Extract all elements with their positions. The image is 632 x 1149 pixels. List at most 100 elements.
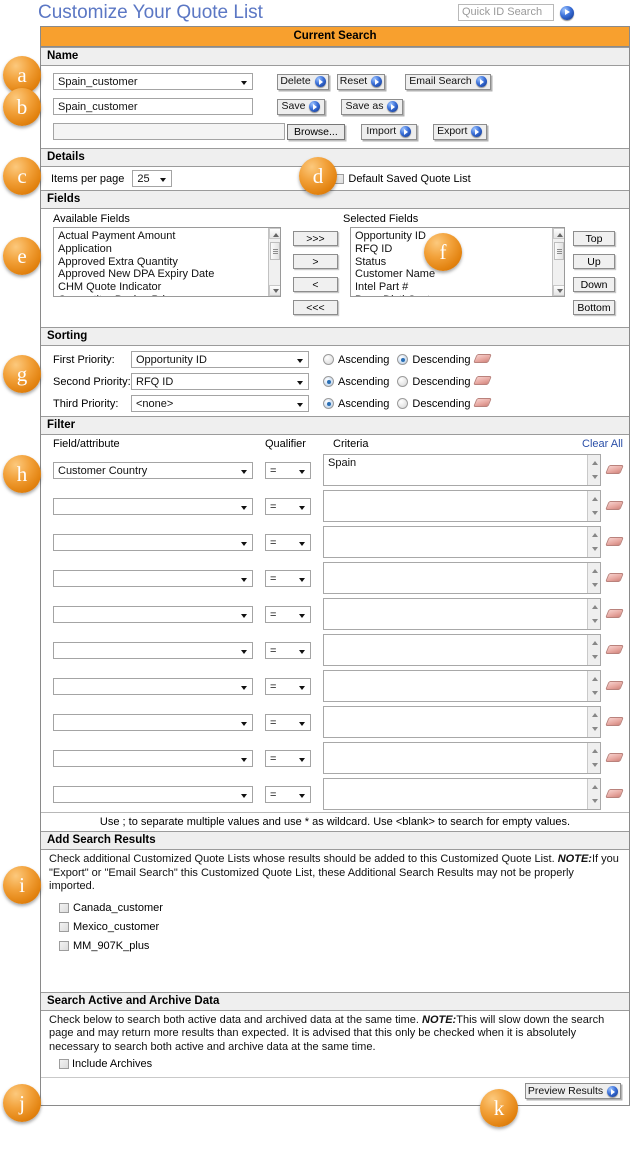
add-results-item[interactable]: Mexico_customer [59,921,621,933]
eraser-icon[interactable] [605,500,624,512]
email-search-button[interactable]: Email Search [405,73,491,90]
add-results-checkbox[interactable] [59,921,69,932]
clear-all-link[interactable]: Clear All [582,438,623,450]
list-item[interactable]: Approved New DPA Expiry Date [54,268,280,281]
filter-qualifier-select[interactable]: = [265,785,311,803]
scroll-down-icon[interactable] [553,285,564,296]
filter-criteria-input[interactable] [323,742,601,774]
eraser-icon[interactable] [605,752,624,764]
include-archives-row[interactable]: Include Archives [59,1058,621,1070]
filter-criteria-spinner[interactable] [587,707,600,737]
eraser-icon[interactable] [605,644,624,656]
filter-qualifier-select[interactable]: = [265,497,311,515]
available-fields-list[interactable]: Actual Payment Amount Application Approv… [53,227,281,297]
include-archives-checkbox[interactable] [59,1059,69,1069]
eraser-icon[interactable] [605,464,624,476]
scroll-up-icon[interactable] [553,228,564,239]
file-path-input[interactable] [53,123,285,140]
move-left-button[interactable]: < [293,277,338,292]
eraser-icon[interactable] [605,788,624,800]
filter-criteria-input[interactable] [323,634,601,666]
list-item[interactable]: Approved Extra Quantity [54,256,280,269]
list-item[interactable]: Base Disti Cost [351,294,564,296]
saved-search-select[interactable]: Spain_customer [53,73,253,90]
eraser-icon[interactable] [605,572,624,584]
filter-qualifier-select[interactable]: = [265,605,311,623]
reset-button[interactable]: Reset [337,73,385,90]
list-item[interactable]: Customer Name [351,268,564,281]
filter-field-select[interactable] [53,749,253,767]
sort-asc-radio-second[interactable] [323,376,334,387]
filter-field-select[interactable] [53,713,253,731]
filter-qualifier-select[interactable]: = [265,641,311,659]
move-down-button[interactable]: Down [573,277,615,292]
export-button[interactable]: Export [432,123,487,140]
filter-criteria-spinner[interactable] [587,563,600,593]
save-button[interactable]: Save [277,98,325,115]
filter-field-select[interactable] [53,533,253,551]
scrollbar-thumb[interactable] [270,242,280,260]
filter-criteria-input[interactable] [323,490,601,522]
eraser-icon[interactable] [605,608,624,620]
delete-button[interactable]: Delete [277,73,329,90]
preview-results-button[interactable]: Preview Results [525,1083,621,1099]
filter-field-select[interactable]: Customer Country [53,461,253,479]
scrollbar-thumb[interactable] [554,242,564,260]
sort-asc-radio-first[interactable] [323,354,334,365]
quick-id-search[interactable]: Quick ID Search [458,4,574,21]
sort-field-select-first[interactable]: Opportunity ID [131,351,309,368]
add-results-item[interactable]: Canada_customer [59,902,621,914]
save-as-button[interactable]: Save as [341,98,403,115]
filter-criteria-spinner[interactable] [587,671,600,701]
eraser-icon[interactable] [605,536,624,548]
selected-fields-scrollbar[interactable] [552,228,564,296]
sort-asc-radio-third[interactable] [323,398,334,409]
filter-criteria-input[interactable] [323,778,601,810]
move-up-button[interactable]: Up [573,254,615,269]
quick-id-search-input[interactable]: Quick ID Search [458,4,554,21]
eraser-icon[interactable] [605,716,624,728]
filter-criteria-input[interactable] [323,670,601,702]
filter-criteria-spinner[interactable] [587,455,600,485]
filter-field-select[interactable] [53,641,253,659]
filter-criteria-spinner[interactable] [587,779,600,809]
import-button[interactable]: Import [360,123,417,140]
eraser-icon[interactable] [473,398,493,409]
sort-field-select-third[interactable]: <none> [131,395,309,412]
eraser-icon[interactable] [473,376,493,387]
search-name-input[interactable]: Spain_customer [53,98,253,115]
filter-criteria-input[interactable]: Spain [323,454,601,486]
add-results-checkbox[interactable] [59,902,69,913]
filter-field-select[interactable] [53,569,253,587]
filter-field-select[interactable] [53,785,253,803]
eraser-icon[interactable] [605,680,624,692]
sort-field-select-second[interactable]: RFQ ID [131,373,309,390]
filter-qualifier-select[interactable]: = [265,677,311,695]
add-results-item[interactable]: MM_907K_plus [59,940,621,952]
sort-desc-radio-third[interactable] [397,398,409,409]
add-results-checkbox[interactable] [59,940,69,951]
list-item[interactable]: Application [54,243,280,256]
sort-desc-radio-first[interactable] [397,354,409,365]
quick-id-search-go-icon[interactable] [560,5,574,20]
eraser-icon[interactable] [473,354,493,365]
move-all-right-button[interactable]: >>> [293,231,338,246]
move-top-button[interactable]: Top [573,231,615,246]
move-all-left-button[interactable]: <<< [293,300,338,315]
filter-criteria-input[interactable] [323,562,601,594]
filter-criteria-spinner[interactable] [587,743,600,773]
filter-qualifier-select[interactable]: = [265,569,311,587]
scroll-down-icon[interactable] [269,285,280,296]
filter-qualifier-select[interactable]: = [265,461,311,479]
browse-button[interactable]: Browse... [287,123,345,140]
filter-criteria-input[interactable] [323,526,601,558]
move-bottom-button[interactable]: Bottom [573,300,615,315]
filter-criteria-input[interactable] [323,598,601,630]
items-per-page-select[interactable]: 25 [132,170,173,187]
available-fields-scrollbar[interactable] [268,228,280,296]
move-right-button[interactable]: > [293,254,338,269]
filter-criteria-spinner[interactable] [587,599,600,629]
filter-criteria-spinner[interactable] [587,635,600,665]
filter-criteria-spinner[interactable] [587,491,600,521]
list-item[interactable]: Competitor Buying Price [54,294,280,296]
